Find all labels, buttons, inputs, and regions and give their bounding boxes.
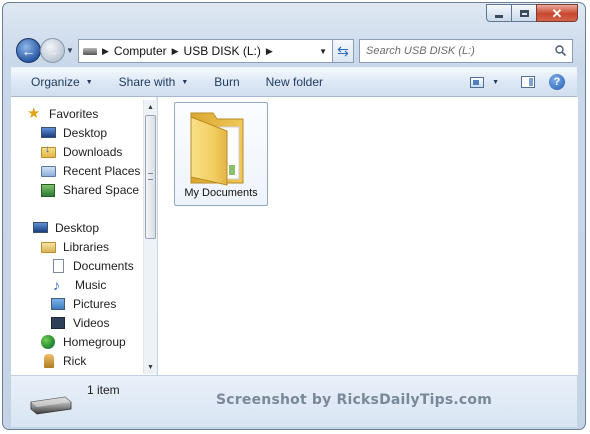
preview-pane-icon[interactable] [521, 76, 535, 88]
scroll-down-icon[interactable]: ▼ [144, 360, 157, 374]
burn-button[interactable]: Burn [214, 75, 239, 89]
shared-space-icon [41, 183, 57, 197]
caret-down-icon: ▼ [181, 78, 189, 86]
maximize-button[interactable] [511, 4, 537, 22]
tree-item-videos[interactable]: Videos [51, 314, 109, 331]
documents-icon [51, 258, 67, 273]
explorer-window: ✕ ← → ▼ ▶ Computer ▶ USB DISK (L:) ▶ ▼ ⇆… [2, 2, 586, 430]
view-options-dropdown-icon[interactable]: ▼ [492, 79, 499, 86]
tree-item-documents[interactable]: Documents [51, 257, 134, 274]
help-icon[interactable]: ? [549, 74, 565, 90]
homegroup-icon [41, 334, 57, 349]
folder-name: My Documents [184, 187, 258, 199]
usb-drive-icon [30, 396, 72, 415]
search-input[interactable] [366, 45, 546, 57]
tree-label: Favorites [49, 106, 99, 121]
breadcrumb-usb-disk[interactable]: USB DISK (L:) [184, 44, 261, 58]
refresh-icon: ⇆ [337, 42, 349, 59]
new-folder-label: New folder [265, 75, 323, 89]
tree-label: Music [75, 277, 107, 292]
tree-label: Downloads [63, 144, 123, 159]
tree-item-pictures[interactable]: Pictures [51, 295, 116, 312]
recent-places-icon [41, 164, 57, 178]
tree-item-homegroup[interactable]: Homegroup [41, 333, 126, 350]
scroll-up-icon[interactable]: ▲ [144, 100, 157, 114]
folder-item[interactable]: My Documents [174, 102, 268, 206]
tree-label: Shared Space [63, 182, 140, 197]
forward-arrow-icon: → [45, 42, 60, 59]
tree-item-desktop-favorite[interactable]: Desktop [41, 124, 107, 141]
tree-label: Desktop [63, 125, 108, 140]
maximize-icon [519, 9, 529, 17]
watermark-text: Screenshot by RicksDailyTips.com [216, 392, 492, 408]
search-box [359, 39, 573, 63]
libraries-icon [41, 240, 57, 254]
share-with-menu[interactable]: Share with ▼ [119, 75, 189, 89]
grip-icon [148, 173, 153, 180]
user-folder-icon [41, 353, 57, 368]
desktop-icon-wrap [41, 126, 57, 140]
tree-label: Pictures [73, 296, 117, 311]
tree-label: Recent Places [63, 163, 141, 178]
scrollbar-thumb[interactable] [145, 115, 156, 239]
close-button[interactable]: ✕ [536, 4, 578, 22]
minimize-button[interactable] [486, 4, 512, 22]
back-button[interactable]: ← [16, 38, 41, 63]
new-folder-button[interactable]: New folder [266, 75, 323, 89]
recent-pages-dropdown-icon[interactable]: ▼ [66, 46, 74, 55]
nav-pane-scrollbar[interactable]: ▲ ▼ [143, 100, 157, 374]
drive-icon [83, 47, 97, 55]
chevron-right-icon[interactable]: ▶ [266, 46, 273, 57]
pictures-icon [51, 297, 67, 311]
folder-icon [190, 112, 244, 186]
tree-label: Videos [73, 315, 110, 330]
view-controls: ▼ ? [470, 74, 565, 90]
tree-item-downloads[interactable]: ↓ Downloads [41, 143, 122, 160]
desktop-icon [41, 126, 56, 138]
tree-label: Documents [73, 258, 134, 273]
burn-label: Burn [214, 75, 240, 89]
organize-menu[interactable]: Organize ▼ [31, 75, 93, 89]
tree-label: Libraries [63, 239, 110, 254]
forward-button[interactable]: → [40, 38, 65, 63]
videos-icon [51, 316, 67, 330]
tree-label: Homegroup [63, 334, 126, 349]
tree-item-desktop[interactable]: Desktop [33, 219, 99, 236]
help-label: ? [553, 76, 561, 88]
tree-item-recent-places[interactable]: Recent Places [41, 162, 140, 179]
tree-item-music[interactable]: ♪ Music [51, 276, 106, 293]
navigation-pane: ★ Favorites Desktop ↓ Downloads Recent P… [11, 97, 157, 375]
music-icon: ♪ [53, 276, 60, 293]
share-with-label: Share with [118, 75, 176, 89]
navigation-row: ← → ▼ ▶ Computer ▶ USB DISK (L:) ▶ ▼ ⇆ [13, 38, 573, 65]
close-icon: ✕ [551, 5, 563, 21]
star-icon: ★ [27, 104, 41, 122]
tree-item-libraries[interactable]: Libraries [41, 238, 109, 255]
details-pane: 1 item Screenshot by RicksDailyTips.com [11, 375, 577, 427]
breadcrumb-computer[interactable]: Computer [114, 44, 167, 58]
caption-buttons: ✕ [486, 4, 578, 22]
tree-item-shared-space[interactable]: Shared Space [41, 181, 139, 198]
file-list: My Documents [158, 97, 578, 375]
organize-label: Organize [31, 75, 80, 89]
caret-down-icon: ▼ [85, 78, 93, 86]
desktop-icon [33, 221, 48, 233]
command-bar: Organize ▼ Share with ▼ Burn New folder ▼ … [11, 67, 577, 97]
tree-item-favorites[interactable]: ★ Favorites [27, 105, 98, 122]
refresh-button[interactable]: ⇆ [332, 39, 354, 63]
downloads-icon: ↓ [41, 144, 57, 159]
chevron-right-icon[interactable]: ▶ [172, 46, 179, 57]
address-bar[interactable]: ▶ Computer ▶ USB DISK (L:) ▶ ▼ [78, 39, 354, 63]
search-icon[interactable] [555, 45, 566, 56]
minimize-icon [495, 14, 503, 18]
tree-label: Rick [63, 353, 87, 368]
chevron-right-icon[interactable]: ▶ [102, 46, 109, 57]
item-count: 1 item [87, 383, 120, 397]
tree-item-user[interactable]: Rick [41, 352, 86, 369]
change-view-icon[interactable] [470, 76, 485, 88]
tree-label: Desktop [55, 220, 100, 235]
back-arrow-icon: ← [21, 42, 36, 59]
desktop-icon-wrap [33, 221, 49, 235]
address-dropdown-icon[interactable]: ▼ [319, 47, 327, 56]
